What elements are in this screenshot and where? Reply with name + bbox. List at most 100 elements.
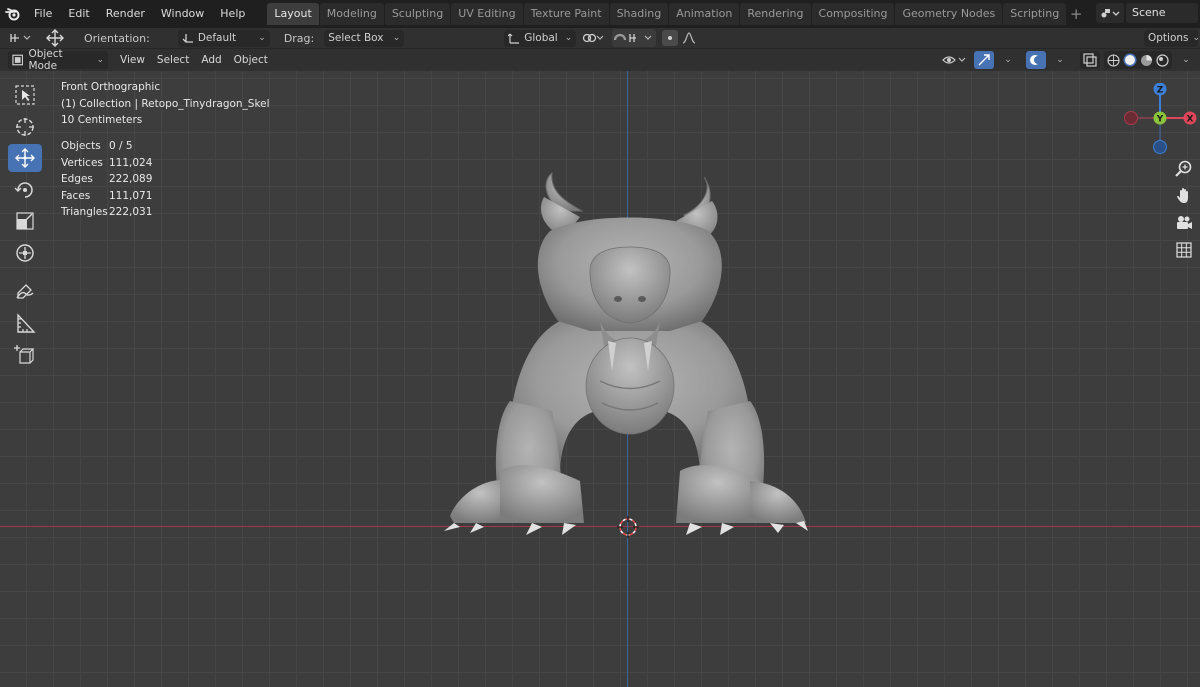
menu-select[interactable]: Select bbox=[151, 54, 195, 66]
tab-animation[interactable]: Animation bbox=[669, 3, 740, 25]
stat-row: Objects 0 / 5 bbox=[61, 138, 152, 155]
shading-dropdown[interactable]: ⌄ bbox=[1176, 51, 1196, 69]
material-shading-icon[interactable] bbox=[1140, 54, 1153, 67]
solid-shading-icon[interactable] bbox=[1123, 53, 1137, 67]
annotate-tool[interactable] bbox=[8, 278, 42, 306]
navigation-buttons bbox=[1172, 157, 1196, 265]
scene-selector: Scene bbox=[1096, 3, 1198, 23]
dragon-mesh[interactable] bbox=[440, 171, 820, 541]
navigation-gizmo[interactable]: Z Y X bbox=[1120, 83, 1200, 163]
gizmo-x-label: X bbox=[1187, 115, 1194, 125]
add-cube-icon bbox=[14, 345, 35, 364]
visibility-dropdown[interactable] bbox=[940, 51, 970, 69]
gizmo-z-label: Z bbox=[1157, 86, 1164, 96]
add-workspace-button[interactable]: + bbox=[1067, 5, 1085, 23]
measure-tool[interactable] bbox=[8, 310, 42, 338]
rotate-tool[interactable] bbox=[8, 176, 42, 204]
scene-icon bbox=[1101, 9, 1120, 18]
falloff-dropdown[interactable] bbox=[682, 29, 698, 47]
chevron-down-icon: ⌄ bbox=[392, 33, 401, 43]
xray-toggle[interactable] bbox=[1080, 51, 1100, 69]
annotate-pencil-icon bbox=[16, 284, 34, 299]
tab-geometry-nodes[interactable]: Geometry Nodes bbox=[895, 3, 1003, 25]
menu-file[interactable]: File bbox=[26, 3, 60, 25]
tab-uv-editing[interactable]: UV Editing bbox=[451, 3, 523, 25]
pivot-point-dropdown[interactable] bbox=[582, 29, 608, 47]
select-box-icon bbox=[15, 85, 35, 105]
dot-icon bbox=[668, 36, 673, 40]
menu-window[interactable]: Window bbox=[153, 3, 212, 25]
object-mode-dropdown[interactable]: Object Mode ⌄ bbox=[8, 48, 108, 72]
orientation-label: Orientation: bbox=[84, 31, 150, 45]
stat-value: 111,024 bbox=[109, 156, 153, 169]
camera-view-button[interactable] bbox=[1172, 211, 1196, 235]
snap-toggle[interactable] bbox=[612, 29, 657, 47]
menu-object[interactable]: Object bbox=[228, 54, 274, 66]
zoom-icon bbox=[1175, 160, 1192, 177]
options-dropdown[interactable]: Options ⌄ bbox=[1144, 29, 1200, 47]
pivot-icon bbox=[10, 34, 31, 42]
stat-value: 222,031 bbox=[109, 206, 153, 218]
rendered-shading-icon[interactable] bbox=[1156, 53, 1169, 67]
chevron-down-icon: ⌄ bbox=[1182, 55, 1190, 65]
chevron-down-icon: ⌄ bbox=[1056, 55, 1064, 65]
tab-shading[interactable]: Shading bbox=[609, 3, 669, 25]
tab-sculpting[interactable]: Sculpting bbox=[384, 3, 451, 25]
falloff-curve-icon bbox=[683, 32, 696, 44]
move-tool[interactable] bbox=[8, 144, 42, 172]
move-tool-header-icon[interactable] bbox=[44, 29, 70, 47]
scale-tool[interactable] bbox=[8, 207, 42, 235]
menu-view[interactable]: View bbox=[114, 54, 151, 66]
menu-add[interactable]: Add bbox=[195, 54, 227, 66]
tab-scripting[interactable]: Scripting bbox=[1003, 3, 1067, 25]
overlays-toggle[interactable] bbox=[1026, 51, 1046, 69]
orientation-axes-icon bbox=[182, 34, 193, 43]
grid-scale: 10 Centimeters bbox=[61, 114, 143, 126]
chevron-down-icon: ⌄ bbox=[1004, 55, 1012, 65]
stat-label: Vertices bbox=[61, 156, 103, 169]
zoom-button[interactable] bbox=[1172, 157, 1196, 181]
tool-separator bbox=[8, 270, 44, 278]
cursor-tool[interactable] bbox=[8, 113, 42, 141]
menu-render[interactable]: Render bbox=[98, 3, 153, 25]
wireframe-shading-icon[interactable] bbox=[1107, 53, 1120, 67]
3d-viewport[interactable]: Front Orthographic (1) Collection | Reto… bbox=[0, 71, 1200, 687]
tab-layout[interactable]: Layout bbox=[267, 3, 319, 25]
transform-tool[interactable] bbox=[8, 239, 42, 267]
scene-name-field[interactable]: Scene bbox=[1126, 3, 1198, 23]
stat-label: Faces bbox=[61, 189, 91, 202]
drag-dropdown[interactable]: Select Box ⌄ bbox=[324, 29, 405, 47]
tab-rendering[interactable]: Rendering bbox=[740, 3, 811, 25]
ortho-toggle-button[interactable] bbox=[1172, 238, 1196, 262]
move-tool-icon bbox=[15, 148, 35, 168]
tab-texture-paint[interactable]: Texture Paint bbox=[523, 3, 609, 25]
eye-icon bbox=[942, 56, 966, 64]
add-cube-tool[interactable] bbox=[8, 341, 42, 369]
proportional-edit-toggle[interactable] bbox=[662, 30, 679, 46]
object-mode-icon bbox=[12, 54, 24, 66]
tab-modeling[interactable]: Modeling bbox=[319, 3, 384, 25]
orientation-dropdown[interactable]: Default ⌄ bbox=[177, 29, 270, 47]
select-box-tool[interactable] bbox=[8, 81, 42, 109]
pan-button[interactable] bbox=[1172, 184, 1196, 208]
stat-label: Objects bbox=[61, 140, 101, 152]
gizmo-dropdown[interactable]: ⌄ bbox=[998, 51, 1018, 69]
scene-browse-button[interactable] bbox=[1096, 3, 1124, 23]
overlays-dropdown[interactable]: ⌄ bbox=[1050, 51, 1070, 69]
stat-label: Edges bbox=[61, 173, 93, 185]
gizmo-toggle[interactable] bbox=[974, 51, 994, 69]
transform-affect-button[interactable] bbox=[8, 29, 38, 47]
stat-value: 222,089 bbox=[109, 173, 153, 185]
menu-help[interactable]: Help bbox=[212, 3, 253, 25]
tab-compositing[interactable]: Compositing bbox=[811, 3, 895, 25]
transform-orientation-dropdown[interactable]: Global ⌄ bbox=[504, 29, 577, 47]
chevron-down-icon: ⌄ bbox=[96, 55, 104, 65]
menu-edit[interactable]: Edit bbox=[60, 3, 97, 25]
drag-value: Select Box bbox=[328, 32, 384, 44]
blender-logo-icon[interactable] bbox=[0, 0, 26, 28]
3d-cursor-icon[interactable] bbox=[617, 516, 639, 538]
collection-info: (1) Collection | Retopo_Tinydragon_Skel bbox=[61, 97, 270, 110]
grid-ortho-icon bbox=[1176, 242, 1192, 258]
overlays-icon bbox=[1030, 55, 1042, 65]
drag-label: Drag: bbox=[283, 31, 315, 45]
